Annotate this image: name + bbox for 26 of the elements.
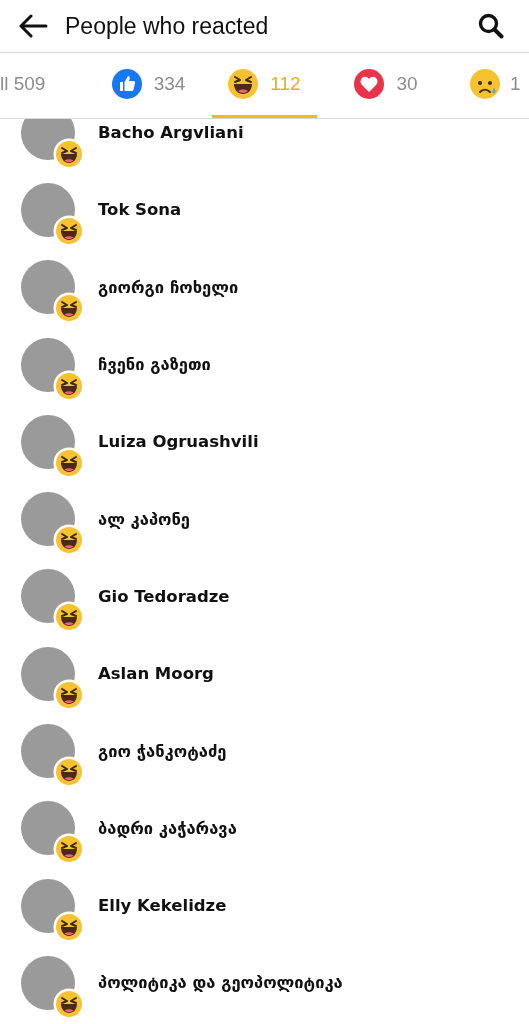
person-name[interactable]: Tok Sona <box>98 200 182 220</box>
thumbs-up-icon <box>111 69 142 99</box>
laughing-emoji-icon <box>53 987 85 1020</box>
person-name[interactable]: Bacho Argvliani <box>98 123 244 143</box>
laughing-emoji-icon <box>53 214 85 247</box>
person-name[interactable]: Elly Kekelidze <box>98 896 227 916</box>
back-arrow-icon[interactable] <box>18 14 48 38</box>
person-name[interactable]: Luiza Ogruashvili <box>98 432 259 452</box>
person-name[interactable]: Aslan Moorg <box>98 664 214 684</box>
laughing-emoji-icon <box>53 369 85 402</box>
laughing-emoji-icon <box>53 756 85 788</box>
laughing-emoji-icon <box>53 678 85 711</box>
laughing-emoji-icon <box>53 446 85 479</box>
person-name[interactable]: ალ კაპონე <box>98 509 190 529</box>
person-name[interactable]: ჩვენი გაზეთი <box>98 355 211 375</box>
laughing-emoji-icon <box>53 137 85 170</box>
person-name[interactable]: გიორგი ჩოხელი <box>98 277 239 297</box>
laughing-emoji-icon <box>228 69 259 99</box>
person-name[interactable]: პოლიტიკა და გეოპოლიტიკა <box>98 973 343 993</box>
person-name[interactable]: გიო ჭანკოტაძე <box>98 741 227 761</box>
person-name[interactable]: ბადრი კაჭარავა <box>98 818 237 838</box>
page-title: People who reacted <box>65 12 270 40</box>
crying-emoji-icon <box>470 69 500 99</box>
search-icon[interactable] <box>478 13 504 39</box>
laughing-emoji-icon <box>53 910 85 943</box>
person-name[interactable]: Gio Tedoradze <box>98 586 230 606</box>
